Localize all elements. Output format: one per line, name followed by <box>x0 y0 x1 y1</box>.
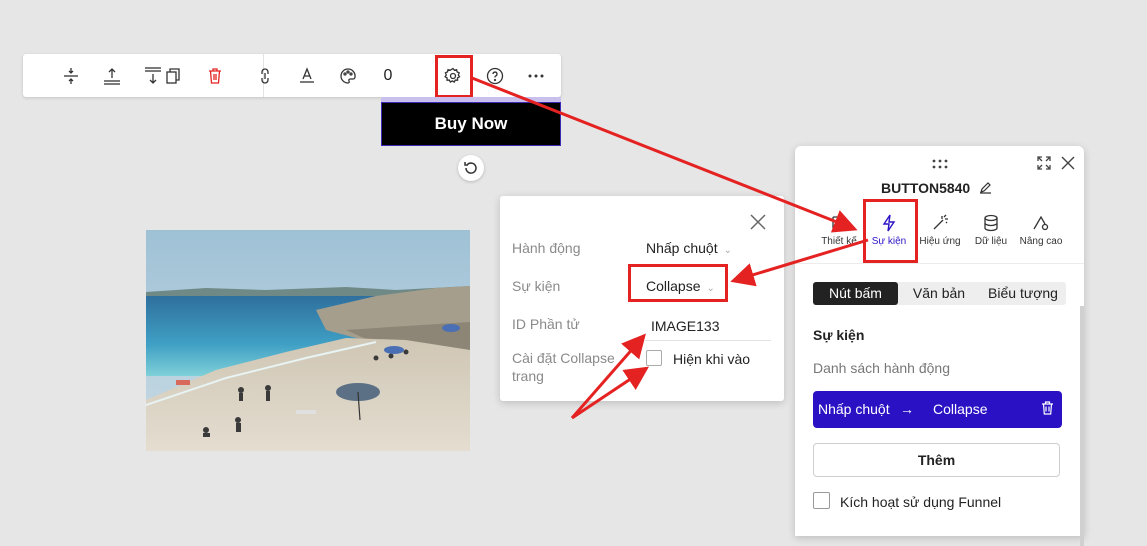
add-action-button[interactable]: Thêm <box>813 443 1060 477</box>
funnel-checkbox[interactable] <box>813 492 830 509</box>
element-toolbar: 0 <box>23 54 561 97</box>
section-title: Sự kiện <box>813 327 865 343</box>
scrollbar[interactable] <box>1080 306 1084 546</box>
tabs-divider <box>795 263 1084 264</box>
help-icon[interactable] <box>480 54 510 97</box>
move-up-icon[interactable] <box>97 54 127 97</box>
show-on-enter-label: Hiện khi vào <box>673 351 751 367</box>
tab-effects[interactable]: Hiệu ứng <box>912 208 968 247</box>
more-icon[interactable] <box>521 54 551 97</box>
duplicate-icon[interactable] <box>158 54 188 97</box>
action-select-value: Nhấp chuột <box>646 240 718 256</box>
delete-icon[interactable] <box>200 54 230 97</box>
trash-icon[interactable] <box>1041 401 1054 418</box>
element-id-label: ID Phần tử <box>512 316 580 332</box>
events-tab-highlight <box>863 199 918 263</box>
settings-highlight <box>435 55 473 98</box>
segment-text[interactable]: Văn bản <box>898 282 980 305</box>
design-icon <box>832 216 846 230</box>
show-on-enter-checkbox[interactable] <box>646 350 662 366</box>
tab-advanced[interactable]: Nâng cao <box>1013 208 1069 247</box>
action-label: Hành động <box>512 240 581 256</box>
expand-icon[interactable] <box>1037 156 1051 175</box>
segment-icon[interactable]: Biểu tượng <box>980 282 1066 305</box>
collapse-settings-label: Cài đặt Collapse trang <box>512 350 615 384</box>
text-style-icon[interactable] <box>292 54 322 97</box>
properties-panel: BUTTON5840 Thiết kế Sự kiện Hiệu ứng Dữ … <box>795 146 1084 546</box>
palette-icon[interactable] <box>333 54 363 97</box>
tab-label: Hiệu ứng <box>919 236 961 247</box>
action-trigger: Nhấp chuột <box>818 401 890 417</box>
drag-handle-icon[interactable] <box>931 156 949 174</box>
link-icon[interactable] <box>250 54 280 97</box>
chevron-down-icon: ⌄ <box>723 245 732 256</box>
action-item[interactable]: Nhấp chuột → Collapse <box>813 391 1062 428</box>
tab-label: Dữ liệu <box>974 236 1008 247</box>
section-subtitle: Danh sách hành động <box>813 360 950 376</box>
close-icon[interactable] <box>749 213 767 231</box>
action-select[interactable]: Nhấp chuột ⌄ <box>646 240 732 256</box>
event-select-highlight <box>628 264 728 302</box>
beach-image[interactable] <box>146 230 470 451</box>
tab-label: Nâng cao <box>1019 236 1063 247</box>
arrow-right-icon: → <box>900 401 914 417</box>
element-name: BUTTON5840 <box>881 180 971 196</box>
database-icon <box>984 214 998 232</box>
spacing-icon[interactable] <box>56 54 86 97</box>
tab-data[interactable]: Dữ liệu <box>963 208 1019 247</box>
rotate-icon[interactable] <box>458 155 484 181</box>
advanced-settings-icon <box>1033 215 1049 231</box>
tab-design[interactable]: Thiết kế <box>811 208 867 247</box>
element-id-underline <box>645 340 771 341</box>
tab-label: Thiết kế <box>821 236 857 247</box>
action-event: Collapse <box>933 401 988 417</box>
element-type-switcher: Nút bấm Văn bản Biểu tượng <box>813 282 1066 305</box>
counter: 0 <box>383 66 393 84</box>
funnel-label: Kích hoạt sử dụng Funnel <box>840 494 1002 510</box>
segment-button[interactable]: Nút bấm <box>813 282 898 305</box>
element-id-field[interactable]: IMAGE133 <box>651 318 719 334</box>
magic-wand-icon <box>933 214 948 230</box>
close-icon[interactable] <box>1061 156 1075 175</box>
event-label: Sự kiện <box>512 278 561 294</box>
edit-icon[interactable] <box>979 181 992 199</box>
buy-now-button[interactable]: Buy Now <box>381 102 561 146</box>
buy-now-label: Buy Now <box>434 114 508 133</box>
